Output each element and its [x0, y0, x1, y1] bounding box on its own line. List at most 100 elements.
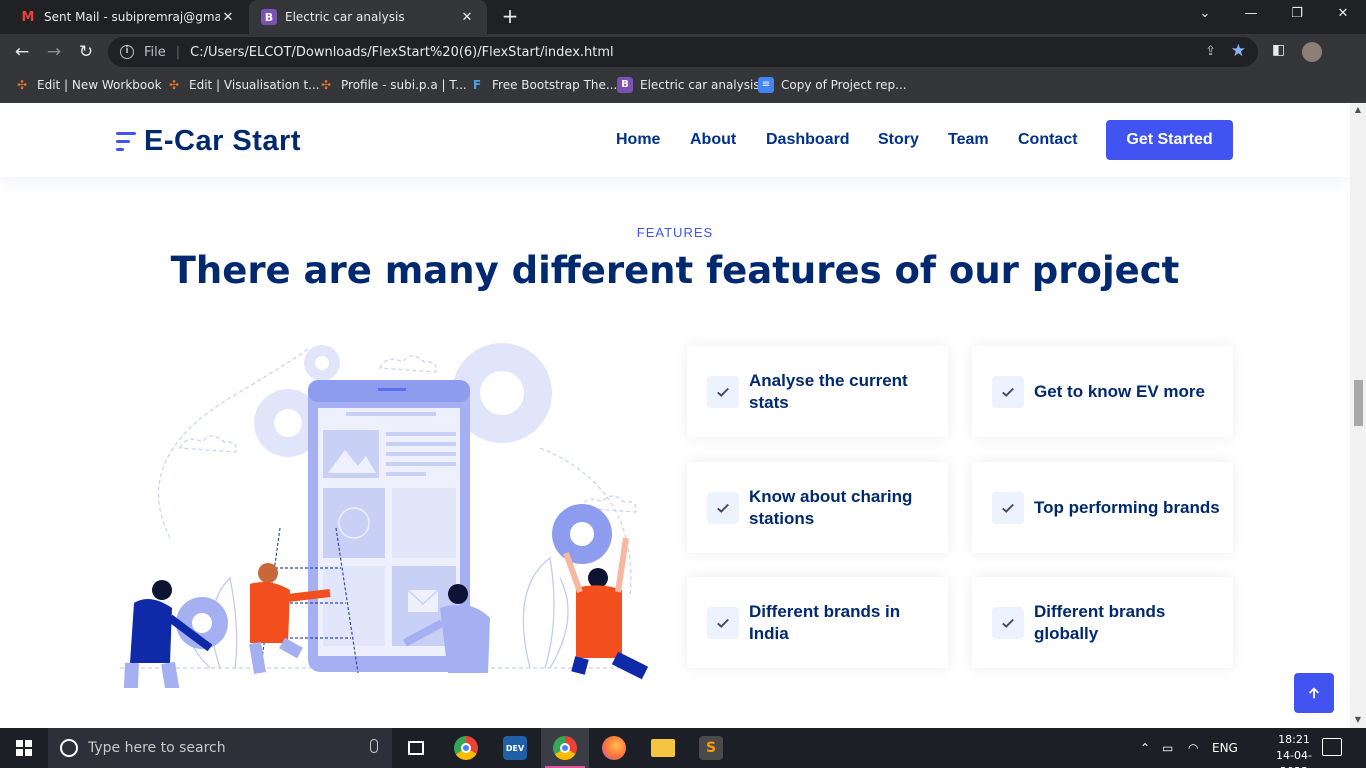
- notification-icon[interactable]: [1322, 738, 1342, 756]
- close-window-button[interactable]: ✕: [1320, 0, 1366, 30]
- clock-date: 14-04-2023: [1276, 749, 1312, 768]
- bookmark-item[interactable]: ✣ Edit | Visualisation t...: [166, 77, 320, 93]
- site-logo[interactable]: E-Car Start: [116, 125, 301, 158]
- language-indicator[interactable]: ENG: [1212, 728, 1238, 768]
- gmail-icon: M: [21, 9, 35, 25]
- windows-taskbar: Type here to search DEV S ⌃ ▭ ◠ ENG 18:2…: [0, 728, 1366, 768]
- tableau-icon: ✣: [320, 78, 332, 92]
- feature-text: Different brands globally: [1034, 601, 1166, 643]
- forward-arrow-icon[interactable]: →: [40, 38, 68, 66]
- close-icon[interactable]: ✕: [220, 10, 236, 25]
- clock[interactable]: 18:21 14-04-2023: [1266, 732, 1322, 768]
- back-to-top-button[interactable]: [1294, 673, 1334, 713]
- bookmark-label: Electric car analysis: [640, 78, 760, 92]
- tableau-icon: ✣: [168, 78, 180, 92]
- feature-text: Know about charing stations: [749, 486, 913, 528]
- restore-button[interactable]: ❐: [1274, 0, 1320, 30]
- chrome-user-icon[interactable]: [541, 728, 589, 768]
- check-icon: [992, 606, 1024, 639]
- show-hidden-icons[interactable]: ⌃: [1140, 728, 1150, 768]
- check-icon: [992, 375, 1024, 408]
- windows-icon: [16, 740, 32, 756]
- sublime-icon[interactable]: S: [687, 728, 735, 768]
- task-view-icon[interactable]: [392, 728, 440, 768]
- scrollbar-thumb[interactable]: [1354, 380, 1363, 426]
- tab-title: Sent Mail - subipremraj@gmail.com: [44, 10, 220, 24]
- section-kicker: FEATURES: [636, 225, 714, 240]
- get-started-button[interactable]: Get Started: [1106, 120, 1233, 160]
- address-bar[interactable]: i File | C:/Users/ELCOT/Downloads/FlexSt…: [108, 37, 1258, 67]
- address-prefix: File: [144, 44, 166, 60]
- bootstrap-icon: B: [261, 9, 277, 25]
- info-icon[interactable]: i: [120, 45, 134, 59]
- feature-card: Top performing brands: [972, 462, 1233, 553]
- bookmark-item[interactable]: ✣ Profile - subi.p.a | T...: [318, 77, 467, 93]
- feature-card: Know about charing stations: [687, 462, 948, 553]
- bookmark-item[interactable]: ≡ Copy of Project rep...: [758, 77, 907, 93]
- check-icon: [707, 491, 739, 524]
- browser-toolbar: ← → ↻ i File | C:/Users/ELCOT/Downloads/…: [0, 34, 1366, 70]
- firefox-icon[interactable]: [590, 728, 638, 768]
- start-button[interactable]: [0, 728, 48, 768]
- feature-card: Different brands globally: [972, 577, 1233, 668]
- check-icon: [707, 606, 739, 639]
- profile-avatar[interactable]: [1302, 42, 1322, 62]
- clock-time: 18:21: [1278, 733, 1310, 746]
- nav-dashboard[interactable]: Dashboard: [766, 131, 850, 149]
- bookmark-label: Edit | Visualisation t...: [189, 78, 320, 92]
- arrow-up-icon: [1309, 687, 1319, 699]
- logo-text: E-Car Start: [144, 125, 301, 157]
- reload-icon[interactable]: ↻: [72, 38, 100, 66]
- bootstrap-icon: B: [617, 77, 633, 93]
- logo-icon: [116, 129, 138, 155]
- bookmark-item[interactable]: F Free Bootstrap The...: [469, 77, 617, 93]
- bookmark-item[interactable]: ✣ Edit | New Workbook: [14, 77, 162, 93]
- bookmark-label: Free Bootstrap The...: [492, 78, 618, 92]
- feature-text: Different brands in India: [749, 601, 901, 643]
- scroll-up-icon[interactable]: ▲: [1354, 105, 1362, 114]
- minimize-button[interactable]: —: [1228, 0, 1274, 30]
- battery-icon[interactable]: ▭: [1162, 728, 1173, 768]
- file-explorer-icon[interactable]: [639, 728, 687, 768]
- address-url[interactable]: C:/Users/ELCOT/Downloads/FlexStart%20(6)…: [190, 45, 613, 60]
- bookmark-label: Edit | New Workbook: [37, 78, 162, 92]
- feature-card: Analyse the current stats: [687, 346, 948, 437]
- close-icon[interactable]: ✕: [459, 10, 475, 25]
- tab-search-button[interactable]: ⌄: [1182, 0, 1228, 30]
- page-viewport: E-Car Start Home About Dashboard Story T…: [0, 103, 1350, 728]
- search-icon: [60, 739, 78, 757]
- bookmark-star-icon[interactable]: ★: [1231, 41, 1246, 61]
- bookmarks-bar: ✣ Edit | New Workbook ✣ Edit | Visualisa…: [0, 70, 1366, 103]
- page-scrollbar[interactable]: ▲ ▼: [1350, 103, 1366, 728]
- taskbar-search[interactable]: Type here to search: [48, 728, 392, 768]
- tab-electric-car-analysis[interactable]: B Electric car analysis ✕: [249, 0, 487, 34]
- side-panel-icon[interactable]: ◧: [1272, 42, 1285, 58]
- nav-team[interactable]: Team: [948, 131, 989, 149]
- feature-card: Get to know EV more: [972, 346, 1233, 437]
- site-header: E-Car Start Home About Dashboard Story T…: [0, 103, 1350, 177]
- feature-card: Different brands in India: [687, 577, 948, 668]
- feature-text: Get to know EV more: [1034, 381, 1205, 401]
- new-tab-button[interactable]: +: [498, 5, 522, 29]
- wifi-icon[interactable]: ◠: [1188, 728, 1198, 768]
- nav-home[interactable]: Home: [616, 131, 660, 149]
- chrome-icon[interactable]: [442, 728, 490, 768]
- nav-about[interactable]: About: [690, 131, 736, 149]
- feature-text: Analyse the current stats: [749, 370, 908, 412]
- nav-story[interactable]: Story: [878, 131, 919, 149]
- bookmark-label: Copy of Project rep...: [781, 78, 907, 92]
- microphone-icon[interactable]: [370, 739, 378, 753]
- devcpp-icon[interactable]: DEV: [491, 728, 539, 768]
- tab-sent-mail[interactable]: M Sent Mail - subipremraj@gmail.com ✕: [8, 0, 248, 34]
- bookmark-label: Profile - subi.p.a | T...: [341, 78, 467, 92]
- browser-tab-bar: M Sent Mail - subipremraj@gmail.com ✕ B …: [0, 0, 1366, 34]
- search-placeholder: Type here to search: [88, 740, 226, 756]
- free-icon: F: [472, 78, 482, 92]
- back-arrow-icon[interactable]: ←: [8, 38, 36, 66]
- share-icon[interactable]: ⇪: [1205, 44, 1216, 59]
- docs-icon: ≡: [758, 77, 774, 93]
- check-icon: [707, 375, 739, 408]
- scroll-down-icon[interactable]: ▼: [1354, 715, 1362, 724]
- nav-contact[interactable]: Contact: [1018, 131, 1078, 149]
- bookmark-item[interactable]: B Electric car analysis: [617, 77, 760, 93]
